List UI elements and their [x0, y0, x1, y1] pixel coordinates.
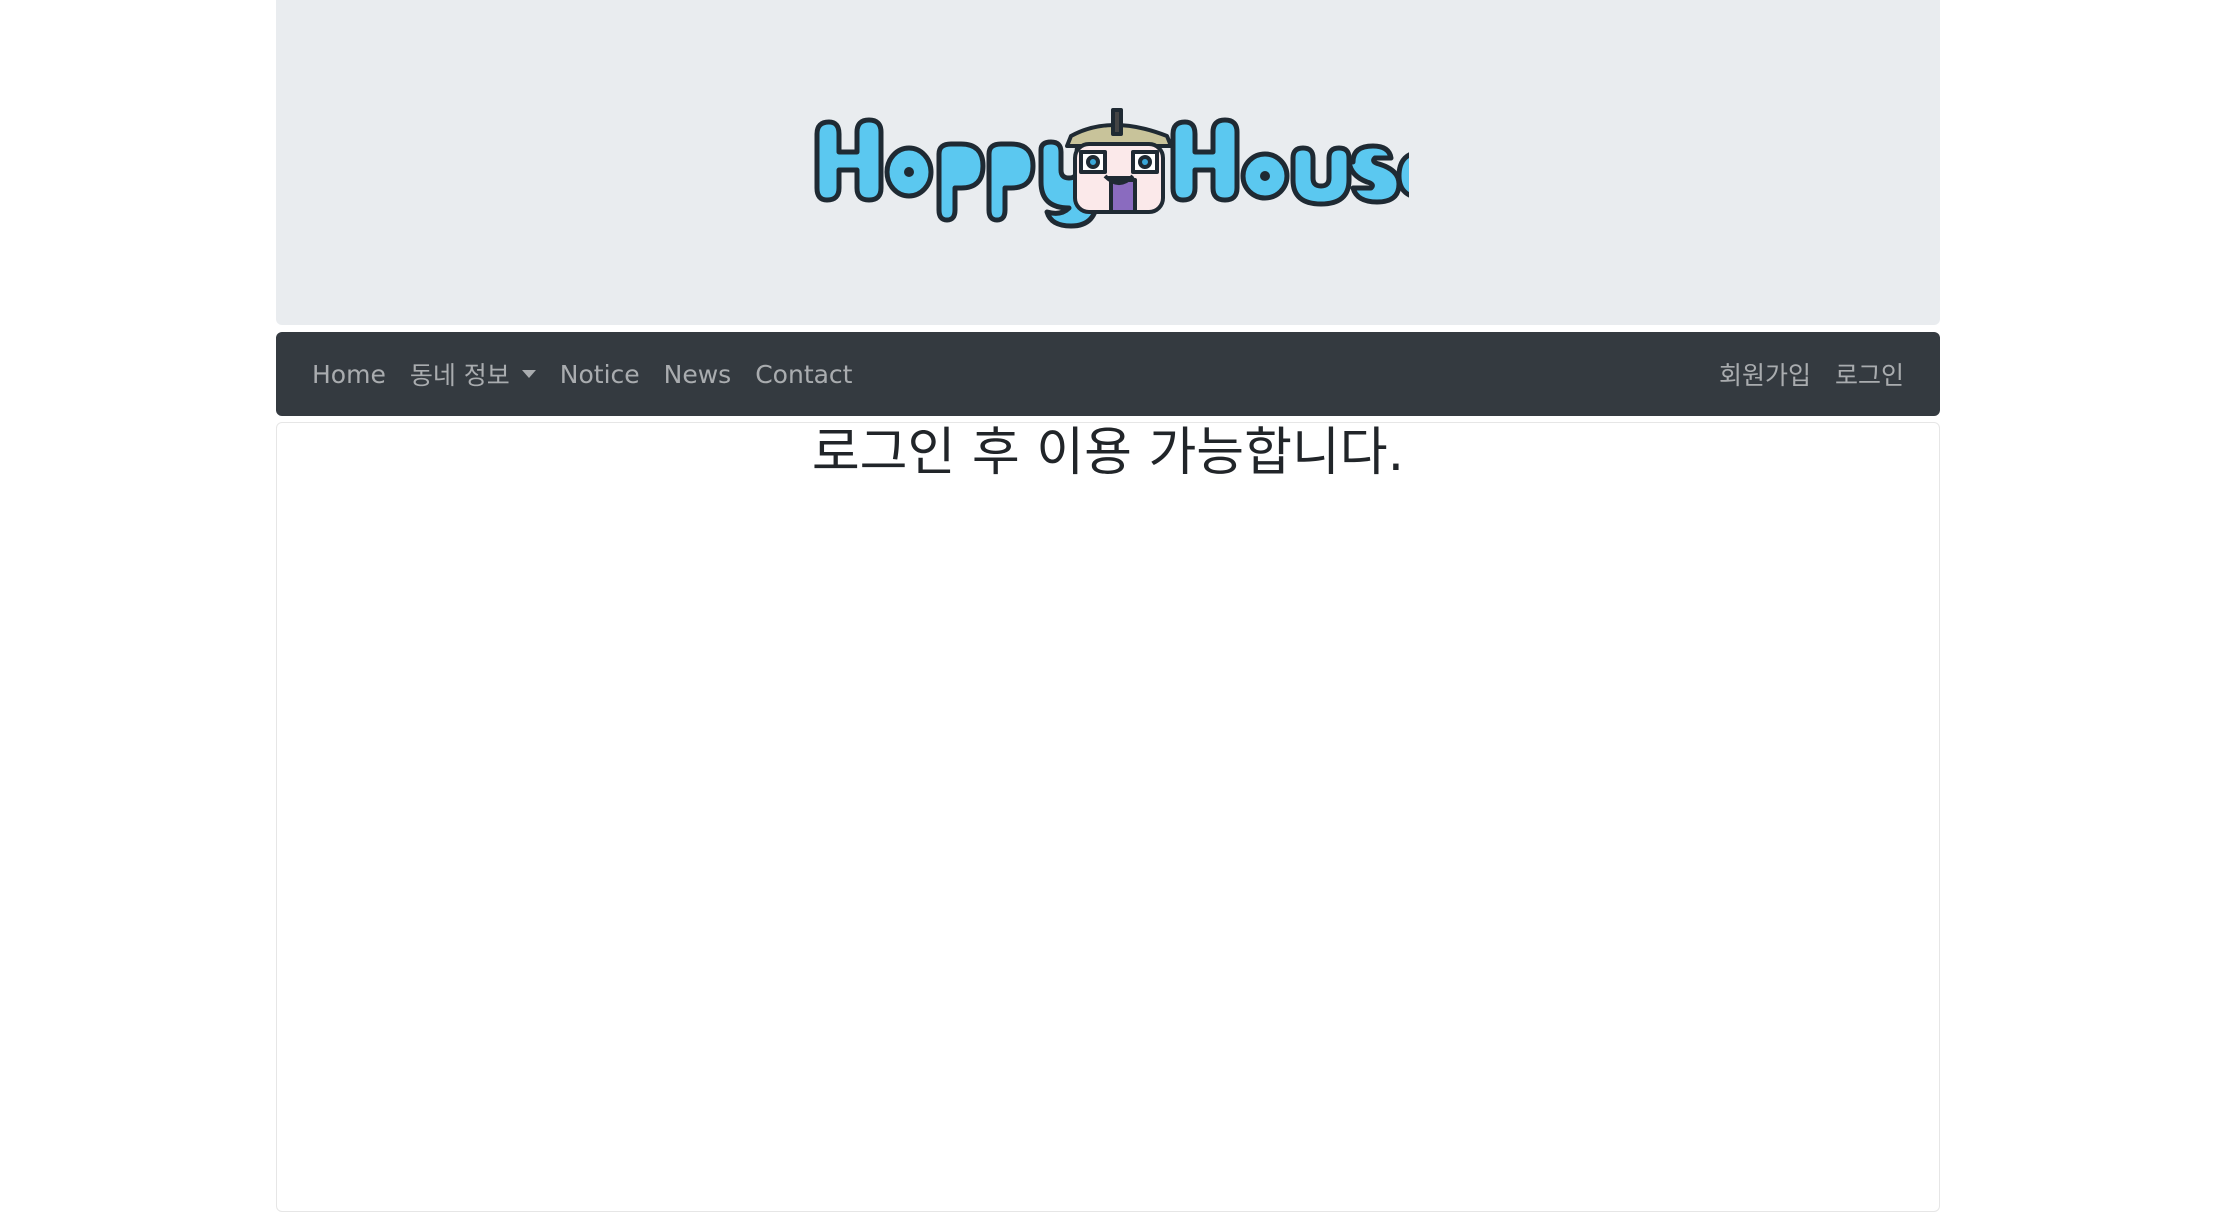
nav-news-link[interactable]: News: [664, 360, 732, 389]
nav-notice-link[interactable]: Notice: [560, 360, 640, 389]
login-required-message: 로그인 후 이용 가능합니다.: [811, 423, 1405, 483]
nav-neighborhood-dropdown[interactable]: 동네 정보: [410, 356, 536, 392]
nav-contact-link[interactable]: Contact: [755, 360, 852, 389]
nav-home-link[interactable]: Home: [312, 360, 386, 389]
nav-neighborhood-label: 동네 정보: [409, 361, 510, 390]
nav-signup-link[interactable]: 회원가입: [1719, 356, 1811, 392]
main-content-card: 로그인 후 이용 가능합니다.: [276, 422, 1940, 1212]
happyhouse-logo[interactable]: [809, 92, 1409, 232]
chevron-down-icon: [521, 370, 536, 378]
main-navbar: Home 동네 정보 Notice News Contact 회원가입 로그인: [276, 332, 1940, 416]
navbar-left-group: Home 동네 정보 Notice News Contact: [312, 332, 876, 416]
page-container: Home 동네 정보 Notice News Contact 회원가입 로그인 …: [276, 0, 1940, 1212]
header-jumbotron: [276, 0, 1940, 325]
navbar-right-group: 회원가입 로그인: [1695, 332, 1904, 416]
nav-login-link[interactable]: 로그인: [1835, 356, 1904, 392]
